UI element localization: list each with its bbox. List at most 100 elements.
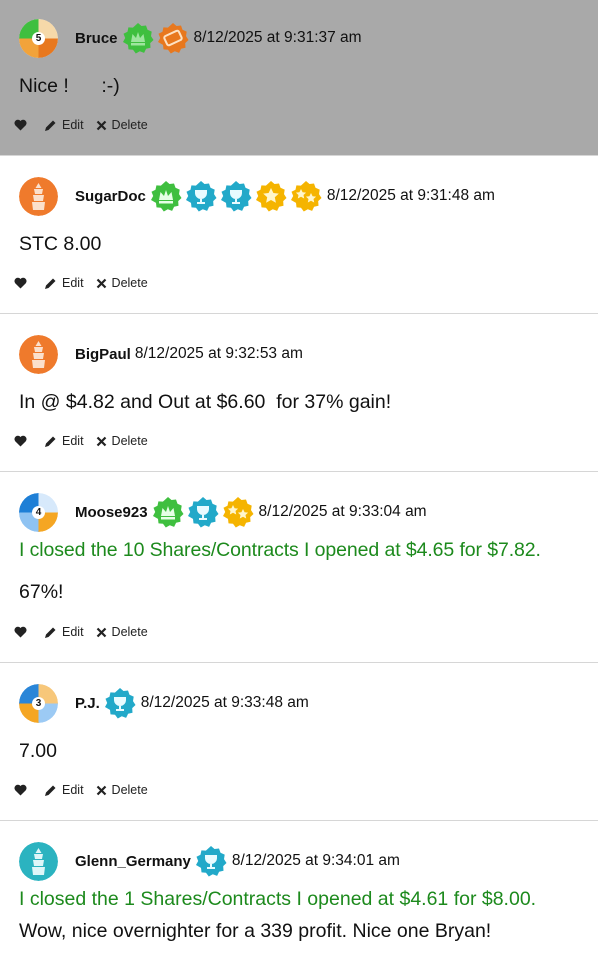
trophy-badge-icon <box>220 180 252 212</box>
avatar[interactable]: 4 <box>19 492 58 532</box>
comment-post: 3 P.J. 8/12/2025 at 9:33:48 am 7.00 Edit… <box>0 663 598 821</box>
edit-button[interactable]: Edit <box>44 276 84 290</box>
star-badge-icon <box>255 180 287 212</box>
username[interactable]: P.J. <box>75 695 100 712</box>
timestamp: 8/12/2025 at 9:31:48 am <box>326 187 495 204</box>
delete-label: Delete <box>111 783 148 797</box>
comment-actions: Edit Delete <box>14 625 160 639</box>
comment-body: I closed the 10 Shares/Contracts I opene… <box>19 538 598 604</box>
username[interactable]: BigPaul <box>75 346 131 363</box>
delete-button[interactable]: Delete <box>96 118 148 132</box>
edit-label: Edit <box>62 783 84 797</box>
timestamp: 8/12/2025 at 9:33:48 am <box>140 694 309 711</box>
like-button[interactable] <box>14 435 32 447</box>
avatar[interactable] <box>19 841 58 881</box>
heart-icon <box>14 277 27 289</box>
avatar[interactable] <box>19 176 58 216</box>
username[interactable]: Moose923 <box>75 504 148 521</box>
comment-body: 7.00 <box>19 739 598 763</box>
edit-button[interactable]: Edit <box>44 625 84 639</box>
comment-body: In @ $4.82 and Out at $6.60 for 37% gain… <box>19 390 598 414</box>
comment-actions: Edit Delete <box>14 783 160 797</box>
like-button[interactable] <box>14 626 32 638</box>
avatar[interactable] <box>19 334 58 374</box>
edit-button[interactable]: Edit <box>44 434 84 448</box>
comment-header: SugarDoc 8/12/2025 at 9:31:48 am <box>19 176 495 216</box>
comment-body: I closed the 1 Shares/Contracts I opened… <box>19 887 598 943</box>
comment-actions: Edit Delete <box>14 276 160 290</box>
like-button[interactable] <box>14 784 32 796</box>
comment-text: Nice ! :-) <box>19 75 120 97</box>
pencil-icon <box>45 120 56 131</box>
close-icon <box>96 278 106 288</box>
username[interactable]: SugarDoc <box>75 188 146 205</box>
delete-button[interactable]: Delete <box>96 434 148 448</box>
delete-button[interactable]: Delete <box>96 783 148 797</box>
comment-text: 7.00 <box>19 740 57 762</box>
delete-label: Delete <box>111 118 148 132</box>
edit-button[interactable]: Edit <box>44 118 84 132</box>
avatar[interactable]: 5 <box>19 18 58 58</box>
timestamp: 8/12/2025 at 9:31:37 am <box>193 29 362 46</box>
comment-body: Nice ! :-) <box>19 74 598 98</box>
comment-post: 4 Moose923 8/12/2025 at 9:33:04 am I clo… <box>0 472 598 663</box>
avatar[interactable]: 3 <box>19 683 58 723</box>
comment-text: 67%! <box>19 581 64 603</box>
comment-post: 5 Bruce 8/12/2025 at 9:31:37 am Nice ! :… <box>0 0 598 156</box>
comment-header: 4 Moose923 8/12/2025 at 9:33:04 am <box>19 492 427 532</box>
delete-button[interactable]: Delete <box>96 276 148 290</box>
stars-badge-icon <box>222 496 254 528</box>
delete-label: Delete <box>111 434 148 448</box>
heart-icon <box>14 626 27 638</box>
heart-icon <box>14 435 27 447</box>
edit-label: Edit <box>62 276 84 290</box>
rank-badge: 4 <box>19 493 58 532</box>
delete-button[interactable]: Delete <box>96 625 148 639</box>
comment-post: Glenn_Germany 8/12/2025 at 9:34:01 am I … <box>0 821 598 957</box>
edit-button[interactable]: Edit <box>44 783 84 797</box>
edit-label: Edit <box>62 434 84 448</box>
heart-icon <box>14 119 27 131</box>
trade-close-text: I closed the 10 Shares/Contracts I opene… <box>19 539 541 561</box>
crown-badge-icon <box>122 22 154 54</box>
stars-badge-icon <box>290 180 322 212</box>
comment-post: SugarDoc 8/12/2025 at 9:31:48 am STC 8.0… <box>0 156 598 314</box>
comment-text: In @ $4.82 and Out at $6.60 for 37% gain… <box>19 391 392 413</box>
comment-text: Wow, nice overnighter for a 339 profit. … <box>19 920 492 942</box>
comment-text: STC 8.00 <box>19 233 102 255</box>
trade-close-text: I closed the 1 Shares/Contracts I opened… <box>19 888 537 910</box>
edit-label: Edit <box>62 118 84 132</box>
comment-body: STC 8.00 <box>19 232 598 256</box>
delete-label: Delete <box>111 625 148 639</box>
close-icon <box>96 785 106 795</box>
crown-badge-icon <box>152 496 184 528</box>
comment-header: 5 Bruce 8/12/2025 at 9:31:37 am <box>19 18 362 58</box>
timestamp: 8/12/2025 at 9:34:01 am <box>231 852 400 869</box>
pencil-icon <box>45 785 56 796</box>
pencil-icon <box>45 278 56 289</box>
rank-badge: 5 <box>19 19 58 58</box>
edit-label: Edit <box>62 625 84 639</box>
pencil-icon <box>45 436 56 447</box>
comment-actions: Edit Delete <box>14 434 160 448</box>
comment-post: BigPaul 8/12/2025 at 9:32:53 am In @ $4.… <box>0 314 598 472</box>
comment-header: Glenn_Germany 8/12/2025 at 9:34:01 am <box>19 841 400 881</box>
comment-header: BigPaul 8/12/2025 at 9:32:53 am <box>19 334 303 374</box>
comment-header: 3 P.J. 8/12/2025 at 9:33:48 am <box>19 683 309 723</box>
close-icon <box>96 120 106 130</box>
heart-icon <box>14 784 27 796</box>
ticket-badge-icon <box>157 22 189 54</box>
like-button[interactable] <box>14 119 32 131</box>
like-button[interactable] <box>14 277 32 289</box>
trophy-badge-icon <box>185 180 217 212</box>
comment-actions: Edit Delete <box>14 118 160 132</box>
trophy-badge-icon <box>104 687 136 719</box>
username[interactable]: Bruce <box>75 30 118 47</box>
username[interactable]: Glenn_Germany <box>75 853 191 870</box>
rank-badge: 3 <box>19 684 58 723</box>
crown-badge-icon <box>150 180 182 212</box>
timestamp: 8/12/2025 at 9:32:53 am <box>134 345 303 362</box>
trophy-badge-icon <box>187 496 219 528</box>
pencil-icon <box>45 627 56 638</box>
trophy-badge-icon <box>195 845 227 877</box>
